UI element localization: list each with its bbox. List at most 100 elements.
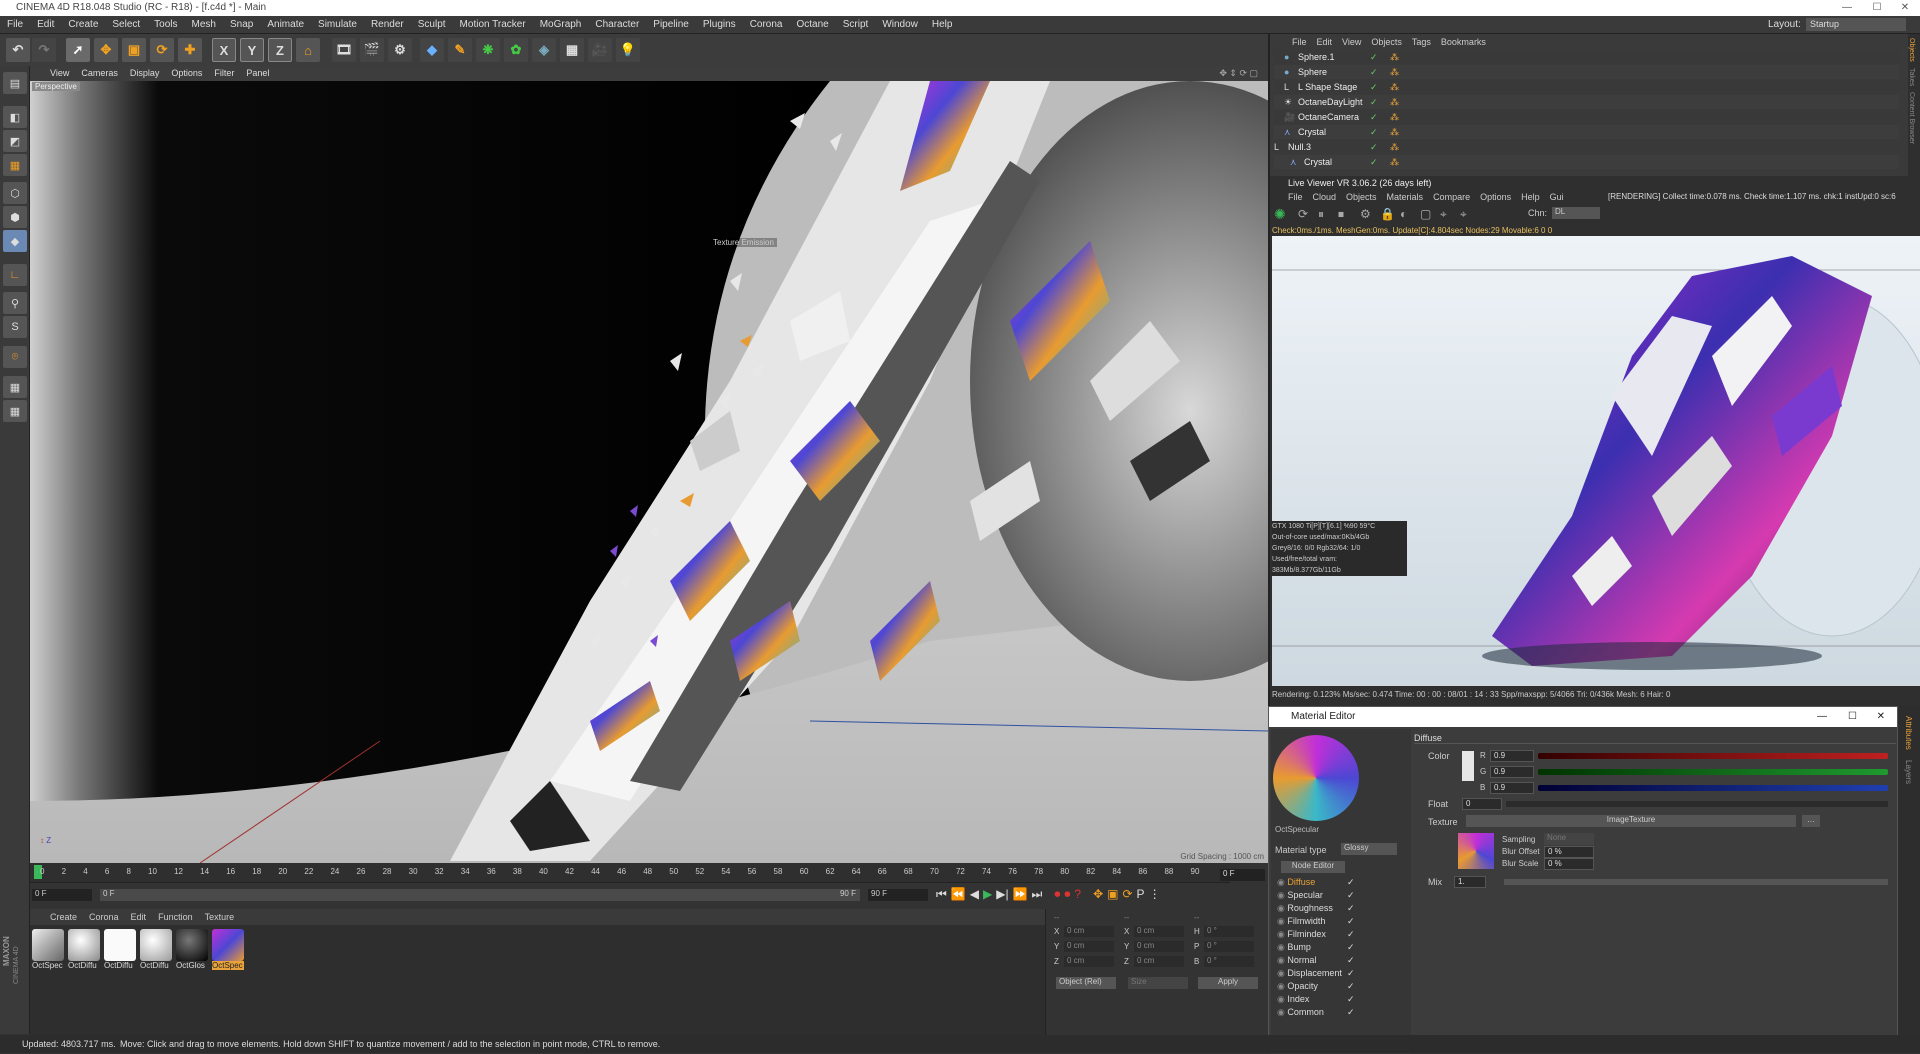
position-key-icon[interactable]: ✥ bbox=[1093, 887, 1103, 902]
om-menu-tags[interactable]: Tags bbox=[1412, 37, 1431, 47]
channel-radio-icon[interactable]: ◉ bbox=[1277, 903, 1285, 913]
channel-radio-icon[interactable]: ◉ bbox=[1277, 929, 1285, 939]
r-slider[interactable] bbox=[1538, 753, 1888, 759]
channel-dropdown[interactable]: DL bbox=[1552, 207, 1600, 219]
tag-icon[interactable]: ⁂ bbox=[1390, 140, 1399, 154]
render-view-icon[interactable]: 🎞 bbox=[332, 38, 356, 62]
tag-icon[interactable]: ⁂ bbox=[1390, 50, 1399, 64]
channel-radio-icon[interactable]: ◉ bbox=[1277, 994, 1285, 1004]
y-axis-toggle[interactable]: Y bbox=[240, 38, 264, 62]
menu-plugins[interactable]: Plugins bbox=[696, 16, 743, 34]
object-row[interactable]: ☀ OctaneDayLight ✓ ⁂ bbox=[1274, 95, 1899, 109]
lock-icon[interactable]: 🔒 bbox=[1380, 207, 1395, 221]
menu-select[interactable]: Select bbox=[105, 16, 147, 34]
coord-value-field[interactable]: 0 ° bbox=[1204, 926, 1254, 937]
channel-checkbox[interactable]: ✓ bbox=[1347, 916, 1355, 927]
settings-icon[interactable]: ⚙ bbox=[1360, 207, 1371, 221]
material-slot[interactable]: OctGlos bbox=[176, 929, 208, 973]
render-picture-viewer-icon[interactable]: 🎬 bbox=[360, 38, 384, 62]
visibility-icon[interactable]: ✓ bbox=[1370, 95, 1378, 109]
object-row[interactable]: ⋏ Crystal ✓ ⁂ bbox=[1274, 155, 1899, 169]
material-slot[interactable]: OctSpec bbox=[32, 929, 64, 973]
menu-octane[interactable]: Octane bbox=[790, 16, 836, 34]
planar-workplane-icon[interactable]: ▦ bbox=[3, 400, 27, 422]
om-menu-edit[interactable]: Edit bbox=[1317, 37, 1333, 47]
viewport-menu-filter[interactable]: Filter bbox=[208, 66, 240, 81]
menu-simulate[interactable]: Simulate bbox=[311, 16, 364, 34]
channel-checkbox[interactable]: ✓ bbox=[1347, 955, 1355, 966]
solo-icon[interactable]: S bbox=[3, 316, 27, 338]
texture-options-button[interactable]: … bbox=[1802, 815, 1820, 827]
light-icon[interactable]: 💡 bbox=[616, 38, 640, 62]
deformer-icon[interactable]: ◈ bbox=[532, 38, 556, 62]
material-type-dropdown[interactable]: Glossy bbox=[1341, 843, 1397, 855]
material-slot[interactable]: OctDiffu bbox=[68, 929, 100, 973]
pick-focus-icon[interactable]: ⌖ bbox=[1440, 207, 1447, 222]
mat-menu-edit[interactable]: Edit bbox=[125, 909, 153, 925]
menu-script[interactable]: Script bbox=[836, 16, 876, 34]
next-key-icon[interactable]: ⏩ bbox=[1013, 887, 1028, 902]
coord-mode-dropdown[interactable]: Object (Rel) bbox=[1056, 977, 1116, 989]
tag-icon[interactable]: ⁂ bbox=[1390, 125, 1399, 139]
mat-menu-texture[interactable]: Texture bbox=[199, 909, 241, 925]
tab-takes[interactable]: Takes bbox=[1908, 68, 1915, 86]
viewport-menu-panel[interactable]: Panel bbox=[240, 66, 275, 81]
blur-offset-field[interactable]: 0 % bbox=[1544, 846, 1594, 858]
model-mode-icon[interactable]: ◧ bbox=[3, 106, 27, 128]
coord-value-field[interactable]: 0 cm bbox=[1134, 926, 1184, 937]
float-slider[interactable] bbox=[1506, 801, 1888, 807]
visibility-icon[interactable]: ✓ bbox=[1370, 50, 1378, 64]
channel-checkbox[interactable]: ✓ bbox=[1347, 994, 1355, 1005]
autokey-icon[interactable]: ⏺ bbox=[1064, 887, 1070, 902]
menu-file[interactable]: File bbox=[0, 16, 30, 34]
mat-menu-create[interactable]: Create bbox=[30, 909, 83, 925]
undo-icon[interactable]: ↶ bbox=[6, 38, 30, 62]
redo-icon[interactable]: ↷ bbox=[32, 38, 56, 62]
om-menu-objects[interactable]: Objects bbox=[1371, 37, 1402, 47]
lv-menu-objects[interactable]: Objects bbox=[1346, 192, 1377, 202]
object-row[interactable]: ● Sphere ✓ ⁂ bbox=[1274, 65, 1899, 79]
viewport-menu-display[interactable]: Display bbox=[124, 66, 166, 81]
stop-render-icon[interactable]: ⏹ bbox=[1338, 207, 1344, 222]
close-button[interactable]: ✕ bbox=[1890, 0, 1920, 16]
tag-icon[interactable]: ⁂ bbox=[1390, 65, 1399, 79]
snap-icon[interactable]: ⌾ bbox=[3, 346, 27, 368]
menu-mesh[interactable]: Mesh bbox=[185, 16, 223, 34]
clay-mode-icon[interactable]: ◐ bbox=[1400, 207, 1407, 221]
edges-mode-icon[interactable]: ⬢ bbox=[3, 206, 27, 228]
points-mode-icon[interactable]: ⬡ bbox=[3, 182, 27, 204]
channel-radio-icon[interactable]: ◉ bbox=[1277, 877, 1285, 887]
viewport-perspective[interactable]: Perspective Texture Emission Grid Spacin… bbox=[30, 81, 1268, 863]
end-frame-field[interactable]: 90 F bbox=[868, 889, 928, 901]
minimize-button[interactable]: — bbox=[1832, 0, 1862, 16]
param-key-icon[interactable]: P bbox=[1137, 887, 1145, 902]
play-icon[interactable]: ▶ bbox=[983, 887, 992, 902]
menu-create[interactable]: Create bbox=[61, 16, 105, 34]
pause-render-icon[interactable]: ⏸ bbox=[1318, 207, 1324, 222]
coord-value-field[interactable]: 0 cm bbox=[1134, 941, 1184, 952]
coord-value-field[interactable]: 0 cm bbox=[1064, 956, 1114, 967]
region-render-icon[interactable]: ▢ bbox=[1420, 207, 1431, 221]
object-row[interactable]: 🎥 OctaneCamera ✓ ⁂ bbox=[1274, 110, 1899, 124]
restart-render-icon[interactable]: ⟳ bbox=[1298, 207, 1308, 221]
channel-row[interactable]: ◉ Common ✓ bbox=[1277, 1007, 1403, 1020]
prev-key-icon[interactable]: ⏪ bbox=[951, 887, 966, 902]
lv-menu-help[interactable]: Help bbox=[1521, 192, 1540, 202]
visibility-icon[interactable]: ✓ bbox=[1370, 110, 1378, 124]
material-slot[interactable]: OctDiffu bbox=[140, 929, 172, 973]
coord-size-dropdown[interactable]: Size bbox=[1128, 977, 1188, 989]
tab-attributes[interactable]: Attributes bbox=[1904, 716, 1913, 750]
coord-value-field[interactable]: 0 cm bbox=[1134, 956, 1184, 967]
visibility-icon[interactable]: ✓ bbox=[1370, 80, 1378, 94]
channel-radio-icon[interactable]: ◉ bbox=[1277, 942, 1285, 952]
floor-icon[interactable]: ▦ bbox=[560, 38, 584, 62]
coord-value-field[interactable]: 0 ° bbox=[1204, 941, 1254, 952]
next-frame-icon[interactable]: ▶| bbox=[996, 887, 1008, 902]
channel-row[interactable]: ◉ Diffuse ✓ bbox=[1277, 877, 1403, 890]
go-start-icon[interactable]: ⏮ bbox=[936, 887, 947, 902]
rotate-tool-icon[interactable]: ⟳ bbox=[150, 38, 174, 62]
tag-icon[interactable]: ⁂ bbox=[1390, 155, 1399, 169]
pla-key-icon[interactable]: ⋮ bbox=[1149, 887, 1161, 902]
record-icon[interactable]: ⏺ bbox=[1054, 887, 1060, 902]
channel-row[interactable]: ◉ Filmwidth ✓ bbox=[1277, 916, 1403, 929]
